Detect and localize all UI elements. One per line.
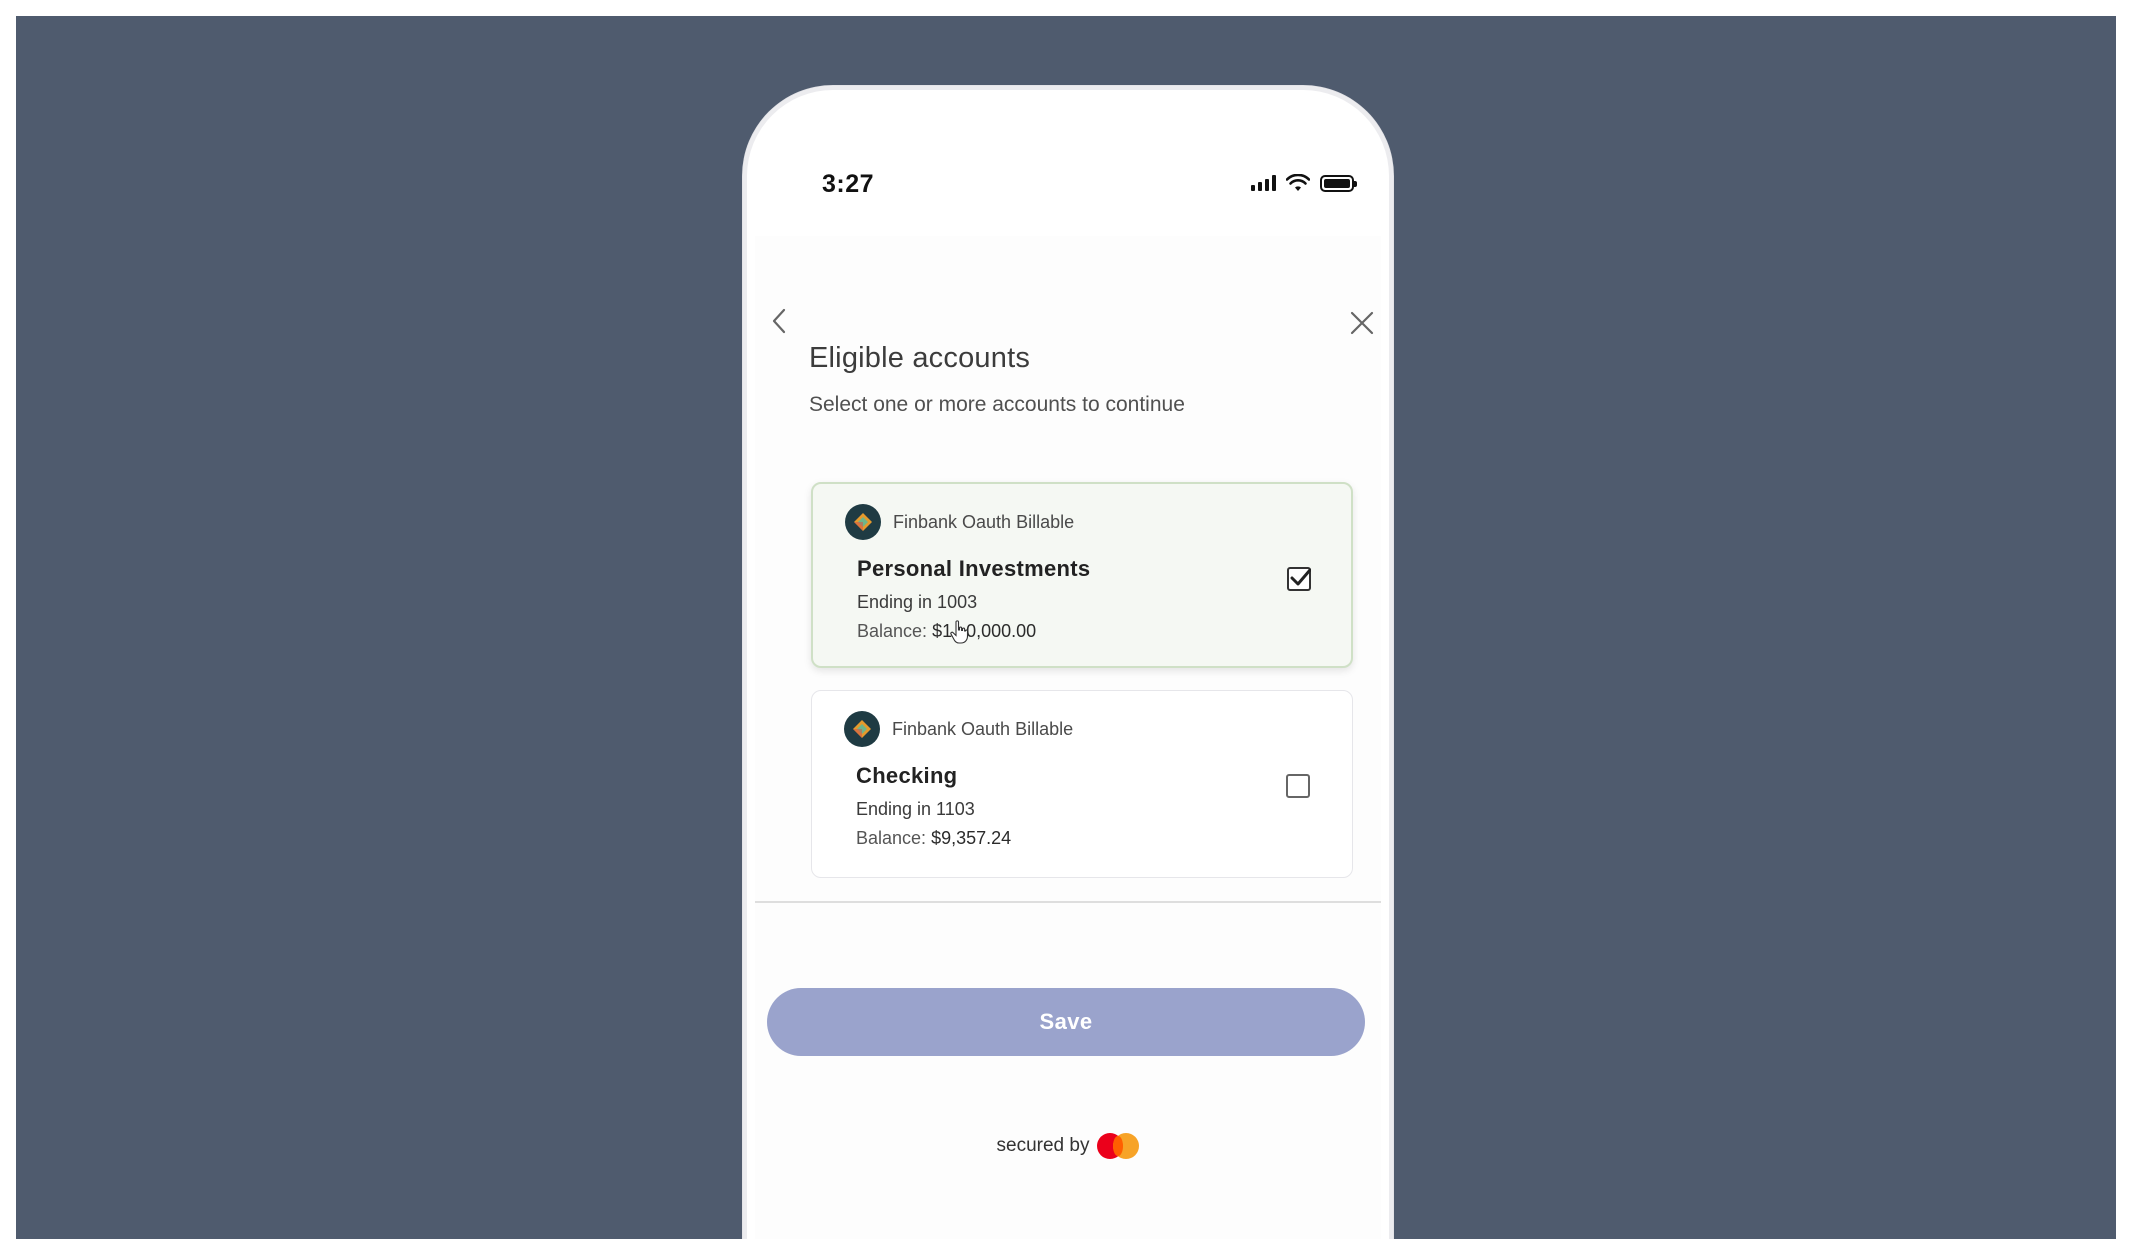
secured-by-footer: secured by [743, 1133, 1393, 1159]
bank-row: Finbank Oauth Billable [844, 711, 1073, 747]
close-icon[interactable] [1347, 308, 1377, 338]
balance-value: $9,357.24 [931, 828, 1012, 848]
account-checkbox[interactable] [1287, 567, 1311, 591]
wifi-icon [1286, 174, 1310, 191]
account-balance: Balance: $9,357.24 [856, 828, 1011, 849]
account-ending: Ending in 1003 [857, 592, 978, 612]
account-name: Personal Investments [857, 556, 1091, 581]
bank-name: Finbank Oauth Billable [893, 511, 1075, 532]
account-ending: Ending in 1103 [856, 799, 975, 819]
account-name: Checking [856, 763, 958, 788]
balance-label: Balance: [856, 828, 927, 848]
battery-icon [1320, 174, 1357, 192]
bank-name: Finbank Oauth Billable [892, 718, 1074, 739]
account-card-checking[interactable]: Finbank Oauth Billable Checking Ending i… [811, 690, 1353, 878]
account-card-personal-investments[interactable]: Finbank Oauth Billable Personal Investme… [811, 482, 1353, 668]
page-subtitle: Select one or more accounts to continue [809, 393, 1185, 416]
status-icons [1251, 174, 1357, 192]
secured-by-text: secured by [996, 1135, 1090, 1156]
hand-cursor-icon [950, 620, 969, 644]
phone-frame: 3:27 Eligible accounts Select one or mor… [743, 86, 1393, 1239]
balance-value-rest: 0,000.00 [966, 621, 1037, 641]
status-time: 3:27 [822, 170, 875, 198]
bank-row: Finbank Oauth Billable [845, 504, 1074, 540]
account-balance: Balance: $1 0,000.00 [857, 621, 1036, 642]
page-title: Eligible accounts [809, 342, 1031, 374]
account-selection-screen: Eligible accounts Select one or more acc… [755, 236, 1381, 1239]
bank-logo-icon [844, 711, 880, 747]
account-checkbox[interactable] [1286, 774, 1310, 798]
bank-logo-icon [845, 504, 881, 540]
save-button[interactable]: Save [767, 988, 1365, 1056]
balance-label: Balance: [857, 621, 928, 641]
signal-icon [1251, 175, 1276, 191]
mastercard-logo [1097, 1133, 1140, 1159]
chevron-left-icon[interactable] [767, 306, 791, 336]
divider [755, 901, 1381, 903]
backdrop: 3:27 Eligible accounts Select one or mor… [16, 16, 2116, 1239]
